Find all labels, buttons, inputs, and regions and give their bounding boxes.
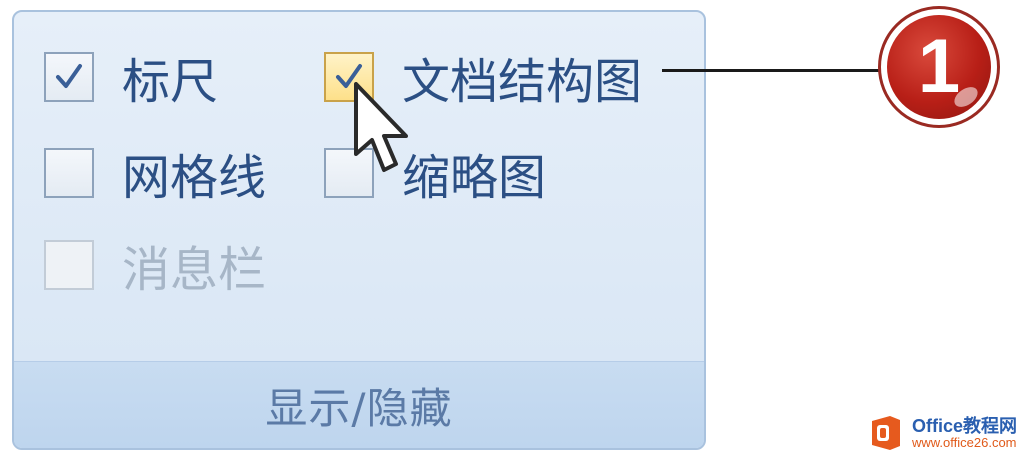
- checkmark-icon: [56, 64, 82, 88]
- callout-badge-inner: 1: [887, 15, 991, 119]
- ruler-checkbox[interactable]: [44, 52, 94, 102]
- callout-line: [662, 69, 884, 72]
- option-ruler[interactable]: 标尺: [44, 42, 218, 112]
- mouse-pointer-icon: [354, 82, 408, 172]
- watermark-url: www.office26.com: [911, 434, 1017, 450]
- watermark: Office教程网 www.office26.com: [866, 413, 1017, 453]
- callout-number: 1: [917, 24, 961, 109]
- group-title: 显示/隐藏: [265, 383, 453, 433]
- screenshot-stage: 标尺 文档结构图 网格线 缩略图 消息栏 显示/隐藏 1 Office教程网 w…: [0, 0, 1023, 459]
- message-bar-label: 消息栏: [122, 242, 267, 298]
- thumbnails-label: 缩略图: [402, 150, 547, 206]
- watermark-title: Office教程网: [911, 415, 1017, 436]
- group-footer: 显示/隐藏: [14, 361, 704, 448]
- document-map-label: 文档结构图: [402, 54, 643, 110]
- office-logo-icon: [871, 416, 900, 450]
- option-message-bar: 消息栏: [44, 230, 266, 300]
- gridlines-label: 网格线: [122, 150, 267, 206]
- callout-badge: 1: [878, 6, 1000, 128]
- message-bar-checkbox: [44, 240, 94, 290]
- option-gridlines[interactable]: 网格线: [44, 138, 266, 208]
- ruler-label: 标尺: [122, 54, 219, 110]
- show-hide-group: 标尺 文档结构图 网格线 缩略图 消息栏 显示/隐藏: [12, 10, 706, 450]
- gridlines-checkbox[interactable]: [44, 148, 94, 198]
